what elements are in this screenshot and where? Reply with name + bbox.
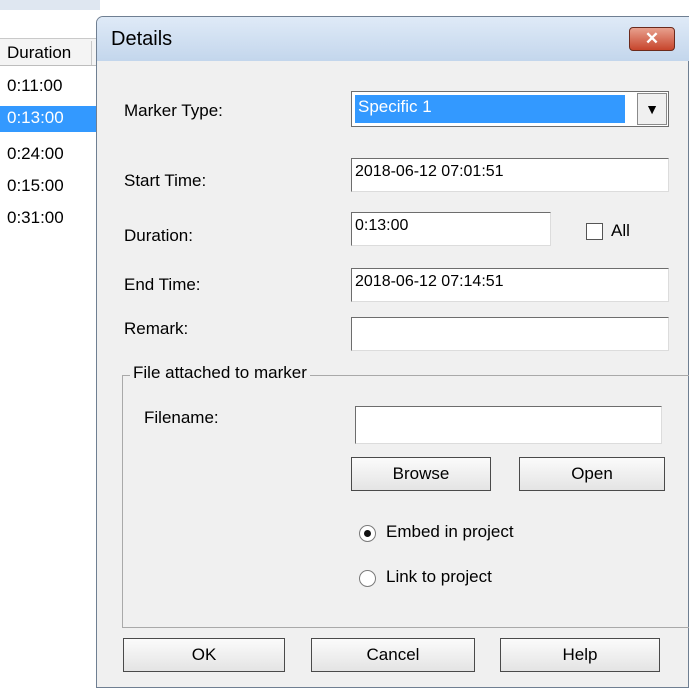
- list-row[interactable]: 0:15:00: [0, 174, 96, 200]
- file-group-title: File attached to marker: [130, 363, 310, 383]
- list-row-value: 0:24:00: [7, 144, 64, 163]
- filename-label: Filename:: [144, 408, 219, 427]
- list-row[interactable]: 0:11:00: [0, 74, 96, 100]
- details-dialog: Details ✕ Marker Type: Specific 1 ▼ Star…: [96, 16, 689, 688]
- column-header-label: Duration: [7, 43, 72, 62]
- list-row[interactable]: 0:31:00: [0, 206, 96, 232]
- duration-label: Duration:: [124, 226, 193, 245]
- link-radio[interactable]: [359, 570, 376, 587]
- embed-radio[interactable]: [359, 525, 376, 542]
- marker-type-select[interactable]: Specific 1 ▼: [351, 91, 669, 127]
- start-time-label: Start Time:: [124, 171, 207, 190]
- column-header-duration[interactable]: Duration: [0, 38, 100, 66]
- remark-field[interactable]: [351, 317, 669, 351]
- dialog-title: Details: [111, 28, 173, 50]
- filename-field[interactable]: [355, 406, 662, 444]
- close-icon: ✕: [644, 29, 660, 48]
- end-time-label: End Time:: [124, 275, 201, 294]
- all-checkbox[interactable]: [586, 223, 603, 240]
- dialog-titlebar[interactable]: Details ✕: [97, 17, 689, 61]
- list-row-value: 0:13:00: [7, 108, 64, 127]
- chevron-down-icon[interactable]: ▼: [637, 93, 667, 125]
- ok-button[interactable]: OK: [123, 638, 285, 672]
- list-row[interactable]: 0:24:00: [0, 142, 96, 168]
- background-list: Duration 0:11:00 0:13:00 0:24:00 0:15:00…: [0, 0, 100, 688]
- help-button[interactable]: Help: [500, 638, 660, 672]
- open-button[interactable]: Open: [519, 457, 665, 491]
- remark-label: Remark:: [124, 319, 189, 338]
- all-label: All: [611, 221, 630, 240]
- embed-label: Embed in project: [386, 522, 514, 541]
- list-row-value: 0:11:00: [7, 76, 63, 95]
- list-row-value: 0:15:00: [7, 176, 64, 195]
- start-time-field[interactable]: 2018-06-12 07:01:51: [351, 158, 669, 192]
- radio-selected-dot: [364, 530, 371, 537]
- column-separator[interactable]: [91, 41, 92, 65]
- dialog-body: Marker Type: Specific 1 ▼ Start Time: 20…: [104, 61, 689, 687]
- marker-type-value: Specific 1: [355, 95, 625, 123]
- dropdown-arrow-glyph: ▼: [645, 101, 659, 117]
- duration-field[interactable]: 0:13:00: [351, 212, 551, 246]
- cancel-button[interactable]: Cancel: [311, 638, 475, 672]
- link-label: Link to project: [386, 567, 492, 586]
- list-row-value: 0:31:00: [7, 208, 64, 227]
- list-row-selected[interactable]: 0:13:00: [0, 106, 96, 132]
- marker-type-label: Marker Type:: [124, 101, 223, 120]
- end-time-field[interactable]: 2018-06-12 07:14:51: [351, 268, 669, 302]
- browse-button[interactable]: Browse: [351, 457, 491, 491]
- window-top-strip: [0, 0, 100, 10]
- close-button[interactable]: ✕: [629, 27, 675, 51]
